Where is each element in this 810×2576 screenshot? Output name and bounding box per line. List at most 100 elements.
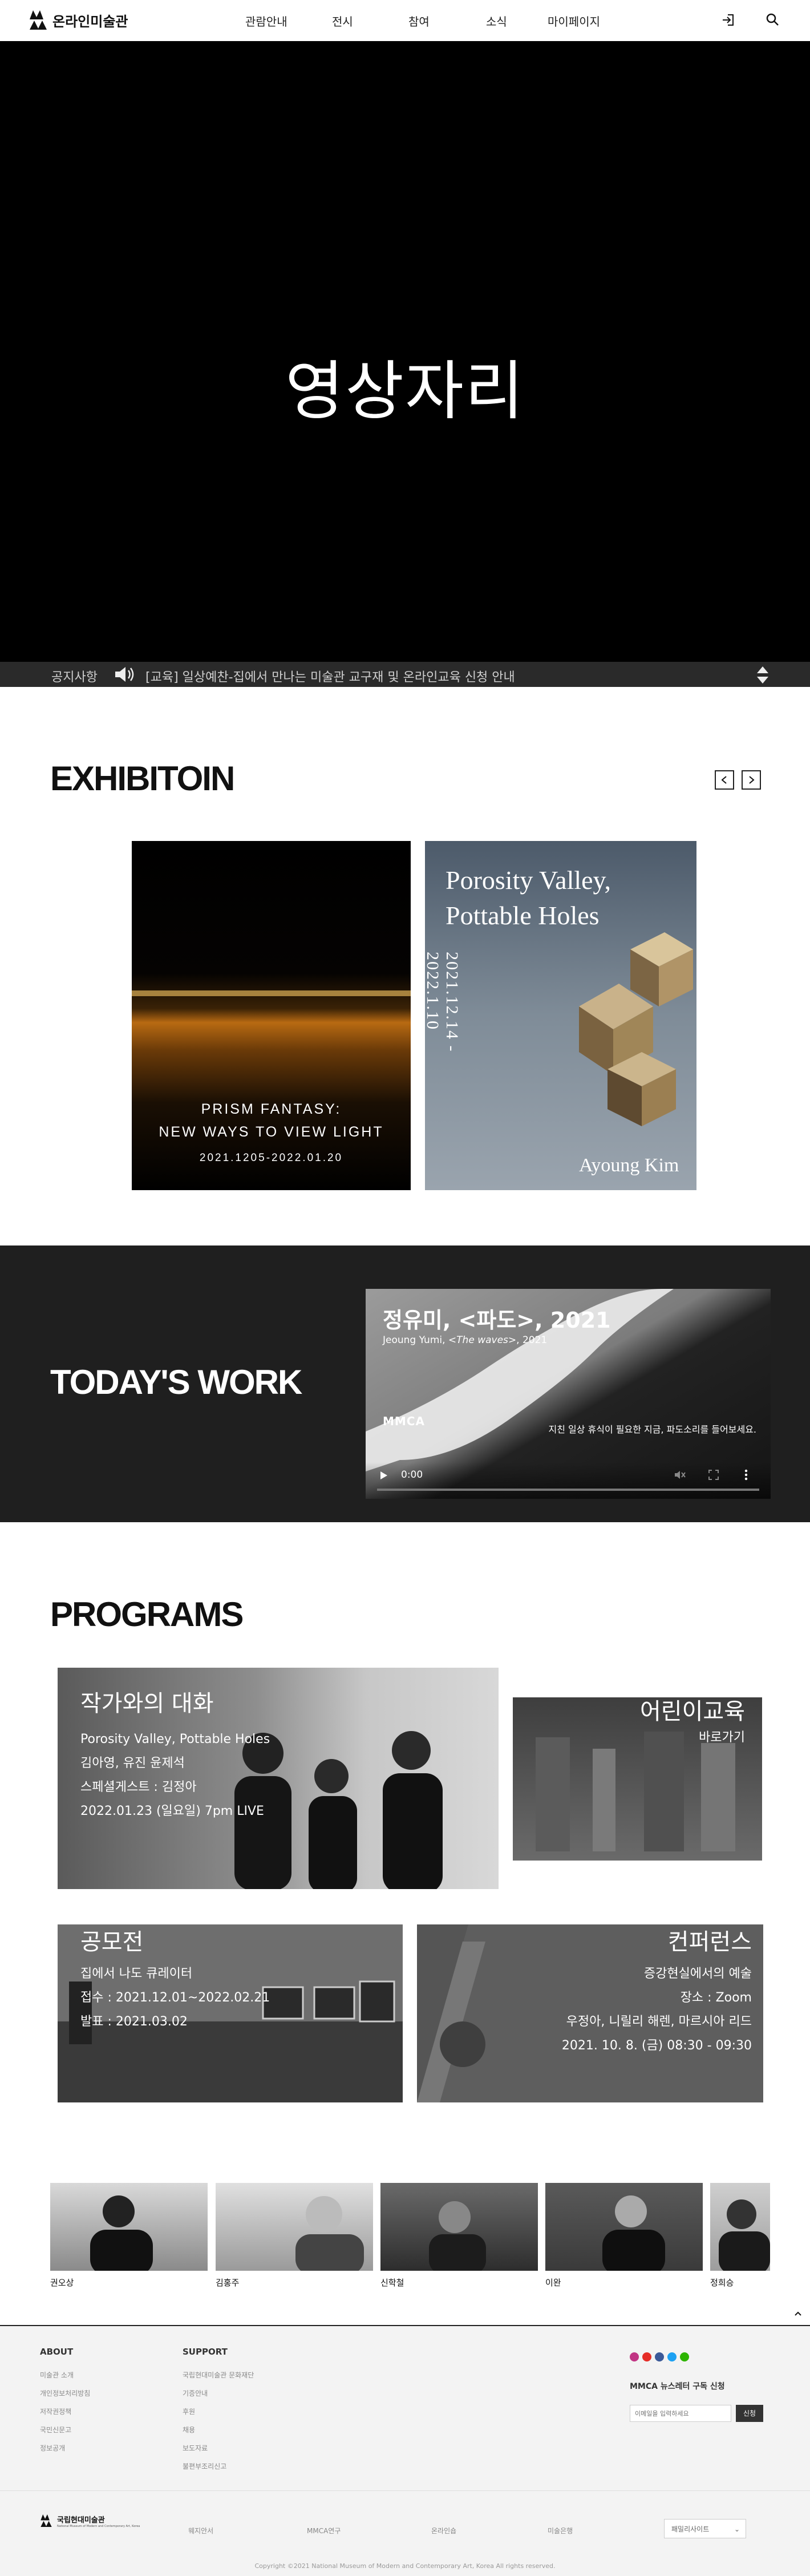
more-options-icon[interactable] xyxy=(744,1469,748,1483)
footer-about-item[interactable]: 개인정보처리방침 xyxy=(40,2384,90,2403)
program-contest[interactable]: 공모전 집에서 나도 큐레이터 접수 : 2021.12.01~2022.02.… xyxy=(58,1924,403,2102)
card-prism-date: 2021.1205-2022.01.20 xyxy=(199,1152,343,1164)
contest-line: 발표 : 2021.03.02 xyxy=(80,2015,188,2029)
twitter-icon[interactable] xyxy=(667,2352,677,2361)
footer-support-item[interactable]: 기증안내 xyxy=(183,2384,254,2403)
conference-title: 컨퍼런스 xyxy=(667,1929,752,1955)
program-conference[interactable]: 컨퍼런스 증강현실에서의 예술 장소 : Zoom 우정아, 니릴리 해렌, 마… xyxy=(417,1924,763,2102)
program-artist-talk[interactable]: 작가와의 대화 Porosity Valley, Pottable Holes … xyxy=(58,1668,499,1889)
newsletter-submit-button[interactable]: 신청 xyxy=(736,2405,763,2422)
newsletter-title: MMCA 뉴스레터 구독 신청 xyxy=(630,2382,725,2391)
contest-line: 접수 : 2021.12.01~2022.02.21 xyxy=(80,1991,270,2005)
footer-about-item[interactable]: 정보공개 xyxy=(40,2439,90,2457)
nav-participate[interactable]: 참여 xyxy=(408,13,430,29)
footer-support-item[interactable]: 불편부조리신고 xyxy=(183,2457,254,2476)
footer-bottom-link[interactable]: 웨지안서 xyxy=(188,2526,213,2535)
footer-support-title: SUPPORT xyxy=(183,2347,228,2357)
card-porosity-artist: Ayoung Kim xyxy=(579,1155,679,1176)
footer-about-title: ABOUT xyxy=(40,2347,74,2357)
fullscreen-icon[interactable] xyxy=(708,1469,719,1483)
footer-bottom-link[interactable]: 미술은행 xyxy=(548,2526,573,2535)
person-photo[interactable] xyxy=(545,2183,703,2271)
hero-title: 영상자리 xyxy=(285,354,525,428)
chevron-right-icon xyxy=(749,776,755,784)
conference-line: 증강현실에서의 예술 xyxy=(643,1967,752,1981)
person-name: 김홍주 xyxy=(216,2278,240,2288)
search-icon[interactable] xyxy=(764,11,781,29)
mmca-logo-icon xyxy=(40,2514,52,2527)
youtube-icon[interactable] xyxy=(642,2352,651,2361)
artist-talk-line: 김아영, 유진 윤제석 xyxy=(80,1756,185,1770)
footer-about-item[interactable]: 저작권정책 xyxy=(40,2403,90,2421)
video-brand-logo: MMCA xyxy=(383,1414,425,1428)
facebook-icon[interactable] xyxy=(655,2352,664,2361)
footer-support-item[interactable]: 국립현대미술관 문화재단 xyxy=(183,2366,254,2384)
nav-news[interactable]: 소식 xyxy=(486,13,507,29)
card-porosity-date: 2021.12.14 - 2022.1.10 xyxy=(425,952,461,1053)
person-photo[interactable] xyxy=(380,2183,538,2271)
nav-guide[interactable]: 관람안내 xyxy=(245,13,287,29)
nav-mypage[interactable]: 마이페이지 xyxy=(548,13,600,29)
person-photo[interactable] xyxy=(216,2183,373,2271)
exhibition-card-prism[interactable]: PRISM FANTASY: NEW WAYS TO VIEW LIGHT 20… xyxy=(132,841,411,1190)
todays-work-video[interactable]: 정유미, <파도>, 2021 Jeoung Yumi, <The waves>… xyxy=(366,1289,771,1499)
login-icon[interactable] xyxy=(720,11,737,29)
naver-blog-icon[interactable] xyxy=(680,2352,689,2361)
site-logo[interactable]: 온라인미술관 xyxy=(29,9,128,31)
video-controls: 0:00 xyxy=(366,1462,771,1499)
footer-about-item[interactable]: 미술관 소개 xyxy=(40,2366,90,2384)
person-name: 이완 xyxy=(545,2278,561,2288)
artist-talk-line: 스페셜게스트 : 김정아 xyxy=(80,1780,197,1794)
kids-education-link[interactable]: 바로가기 xyxy=(699,1726,745,1750)
programs-title: PROGRAMS xyxy=(50,1595,244,1633)
footer-support-item[interactable]: 후원 xyxy=(183,2403,254,2421)
notice-text[interactable]: [교육] 일상예찬-집에서 만나는 미술관 교구재 및 온라인교육 신청 안내 xyxy=(145,667,515,685)
video-title: 정유미, <파도>, 2021 xyxy=(383,1308,611,1333)
chevron-down-icon: ⌄ xyxy=(734,2525,740,2533)
footer-top-divider xyxy=(0,2325,810,2326)
footer-bottom-link[interactable]: 온라인숍 xyxy=(431,2526,456,2535)
program-kids-education[interactable]: 어린이교육 바로가기 xyxy=(513,1697,762,1861)
footer-logo-sub: National Museum of Modern and Contempora… xyxy=(57,2524,140,2528)
card-porosity-title1: Porosity Valley, xyxy=(446,866,611,895)
person-name: 신학철 xyxy=(380,2278,404,2288)
light-line xyxy=(132,990,411,996)
kids-education-title: 어린이교육 xyxy=(640,1699,745,1725)
exhibition-title: EXHIBITOIN xyxy=(50,759,235,798)
exhibition-card-porosity[interactable]: Porosity Valley, Pottable Holes 2021.12.… xyxy=(425,841,696,1190)
footer-logo-text: 국립현대미술관 xyxy=(57,2516,105,2525)
play-icon[interactable] xyxy=(379,1470,388,1483)
video-progress-bar[interactable] xyxy=(377,1489,759,1491)
social-links xyxy=(630,2352,689,2361)
person-name: 정희승 xyxy=(710,2278,734,2288)
contest-line: 집에서 나도 큐레이터 xyxy=(80,1967,193,1981)
footer-support-item[interactable]: 채용 xyxy=(183,2421,254,2439)
conference-line: 장소 : Zoom xyxy=(680,1991,752,2005)
family-site-label: 패밀리사이트 xyxy=(671,2525,710,2533)
footer-about-item[interactable]: 국민신문고 xyxy=(40,2421,90,2439)
video-time: 0:00 xyxy=(401,1469,423,1481)
cube-sculpture-image xyxy=(579,932,693,1126)
todays-work-title: TODAY'S WORK xyxy=(50,1363,302,1401)
mmca-logo-icon xyxy=(29,9,48,31)
mute-icon[interactable] xyxy=(674,1469,686,1483)
notice-updown-icon[interactable] xyxy=(756,665,770,688)
exhibition-prev-button[interactable] xyxy=(715,770,734,790)
family-site-select[interactable]: 패밀리사이트 ⌄ xyxy=(664,2519,746,2538)
video-overlay-text: 지친 일상 휴식이 필요한 지금, 파도소리를 들어보세요. xyxy=(548,1424,756,1435)
site-footer: ABOUT 미술관 소개 개인정보처리방침 저작권정책 국민신문고 정보공개 S… xyxy=(0,2325,810,2576)
footer-support-item[interactable]: 보도자료 xyxy=(183,2439,254,2457)
logo-text: 온라인미술관 xyxy=(52,13,128,30)
footer-divider xyxy=(0,2490,810,2491)
card-prism-line2: NEW WAYS TO VIEW LIGHT xyxy=(159,1124,384,1140)
person-photo[interactable] xyxy=(50,2183,208,2271)
exhibition-next-button[interactable] xyxy=(742,770,761,790)
footer-bottom-link[interactable]: MMCA연구 xyxy=(307,2526,341,2535)
instagram-icon[interactable] xyxy=(630,2352,639,2361)
scroll-top-icon[interactable] xyxy=(794,2308,802,2319)
nav-exhibition[interactable]: 전시 xyxy=(332,13,353,29)
person-photo[interactable] xyxy=(710,2183,770,2271)
artist-talk-title: 작가와의 대화 xyxy=(80,1691,214,1717)
newsletter-email-input[interactable] xyxy=(630,2405,731,2422)
footer-logo[interactable]: 국립현대미술관 National Museum of Modern and Co… xyxy=(40,2513,140,2528)
